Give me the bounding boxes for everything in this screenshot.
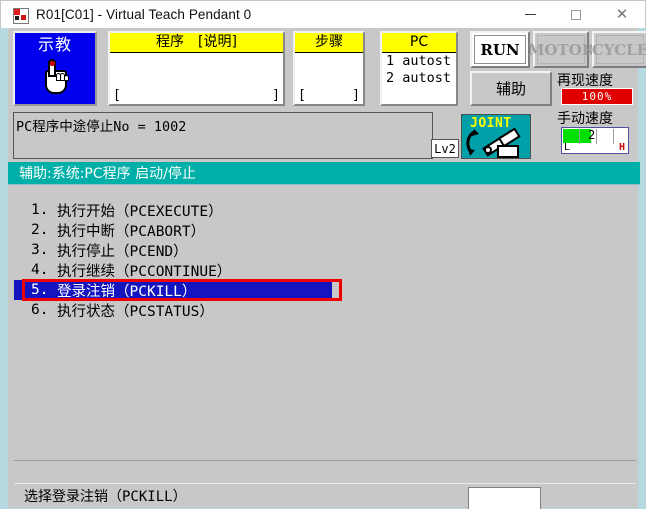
- program-field-header: 程序 [说明]: [110, 33, 283, 53]
- teach-mode-button[interactable]: 示教: [13, 31, 97, 106]
- manual-speed-fill: [563, 129, 591, 143]
- step-field-panel[interactable]: 步骤 [ ]: [293, 31, 365, 106]
- robot-app-icon: [12, 7, 29, 24]
- menu-item-number: 3.: [31, 242, 49, 258]
- pointing-hand-icon: [38, 56, 72, 96]
- breadcrumb-text: 辅助:系统:PC程序 启动/停止: [19, 166, 196, 182]
- menu-item-number: 1.: [31, 202, 49, 218]
- prompt-bar: 选择登录注销（PCKILL）: [14, 484, 636, 508]
- manual-speed-label: 手动速度: [557, 111, 613, 127]
- menu-item-2[interactable]: 2. 执行中断（PCABORT）: [14, 220, 636, 240]
- breadcrumb: 辅助:系统:PC程序 启动/停止: [8, 162, 640, 185]
- pc-field-value: 1 autost 2 autost: [382, 53, 456, 104]
- menu-item-number: 4.: [31, 262, 49, 278]
- maximize-icon: [571, 9, 581, 20]
- run-mode-button[interactable]: RUN: [470, 31, 530, 68]
- menu-item-number: 5.: [31, 282, 49, 298]
- menu-item-5[interactable]: 5. 登录注销（PCKILL）: [14, 280, 332, 300]
- program-field-panel[interactable]: 程序 [说明] [ ]: [108, 31, 285, 106]
- pc-field-header: PC: [382, 33, 456, 53]
- aux-button-label: 辅助: [495, 80, 526, 98]
- menu-item-label: 执行开始（PCEXECUTE）: [57, 203, 223, 220]
- manual-speed-value: 2: [588, 128, 596, 142]
- prompt-text: 选择登录注销（PCKILL）: [24, 489, 187, 505]
- menu-item-4[interactable]: 4. 执行继续（PCCONTINUE）: [14, 260, 636, 280]
- top-toolbar: 示教 程序 [说明] [ ] 步骤 [] PC 1 autost 2 auto…: [8, 28, 646, 154]
- program-field-value: [ ]: [110, 53, 283, 104]
- replay-speed-label: 再现速度: [557, 73, 613, 89]
- menu-list: 1. 执行开始（PCEXECUTE） 2. 执行中断（PCABORT） 3. 执行停止（P…: [14, 200, 636, 320]
- close-icon: ✕: [615, 6, 629, 23]
- window-controls: ✕: [507, 1, 645, 29]
- maximize-button[interactable]: [553, 1, 599, 29]
- menu-item-label: 执行继续（PCCONTINUE）: [57, 263, 232, 280]
- level-badge: Lv2: [431, 139, 459, 158]
- cycle-mode-button[interactable]: CYCLE: [592, 31, 646, 68]
- pc-field-panel[interactable]: PC 1 autost 2 autost: [380, 31, 458, 106]
- pc-line-1: 1 autost: [386, 53, 452, 69]
- menu-item-label: 登录注销（PCKILL）: [57, 283, 197, 300]
- program-bracket-left: [: [113, 88, 121, 103]
- menu-item-6[interactable]: 6. 执行状态（PCSTATUS）: [14, 300, 636, 320]
- manual-speed-high-mark: H: [618, 142, 625, 153]
- pc-line-2: 2 autost: [386, 70, 452, 86]
- cycle-mode-label: CYCLE: [591, 40, 646, 59]
- aux-button[interactable]: 辅助: [470, 71, 552, 106]
- menu-item-3[interactable]: 3. 执行停止（PCEND）: [14, 240, 636, 260]
- robot-arm-icon: [466, 128, 521, 158]
- manual-speed-low-mark: L: [564, 142, 571, 153]
- menu-item-number: 2.: [31, 222, 49, 238]
- left-edge-strip: [1, 28, 8, 509]
- status-message-text: PC程序中途停止No = 1002: [16, 119, 187, 135]
- virtual-teach-pendant-window: R01[C01] - Virtual Teach Pendant 0 ✕ 示教: [0, 0, 646, 509]
- program-bracket-right: ]: [272, 88, 280, 103]
- pendant-body: 示教 程序 [说明] [ ] 步骤 [] PC 1 autost 2 auto…: [0, 28, 646, 509]
- minimize-icon: [524, 14, 536, 15]
- content-area: 1. 执行开始（PCEXECUTE） 2. 执行中断（PCABORT） 3. 执行停止（P…: [14, 188, 636, 460]
- minimize-button[interactable]: [507, 1, 553, 29]
- step-field-value: [ ]: [295, 53, 363, 104]
- menu-item-label: 执行状态（PCSTATUS）: [57, 303, 214, 320]
- run-mode-label: RUN: [480, 40, 520, 59]
- menu-item-label: 执行停止（PCEND）: [57, 243, 188, 260]
- window-title: R01[C01] - Virtual Teach Pendant 0: [36, 7, 252, 22]
- menu-item-label: 执行中断（PCABORT）: [57, 223, 206, 240]
- replay-speed-value: 100%: [561, 88, 633, 105]
- menu-item-number: 6.: [31, 302, 49, 318]
- step-field-header: 步骤: [295, 33, 363, 53]
- window-titlebar: R01[C01] - Virtual Teach Pendant 0 ✕: [0, 0, 646, 28]
- step-bracket-left: [: [298, 88, 306, 103]
- close-button[interactable]: ✕: [599, 1, 645, 29]
- motor-mode-label: MOTOR: [527, 40, 595, 59]
- status-message-box: PC程序中途停止No = 1002: [13, 112, 433, 159]
- motor-mode-button[interactable]: MOTOR: [528, 31, 594, 68]
- teach-mode-label: 示教: [37, 35, 72, 54]
- joint-mode-button[interactable]: JOINT: [461, 114, 531, 159]
- entry-input-box[interactable]: [468, 487, 541, 509]
- step-bracket-right: ]: [352, 88, 360, 103]
- menu-item-1[interactable]: 1. 执行开始（PCEXECUTE）: [14, 200, 636, 220]
- manual-speed-gauge[interactable]: 2 L H: [561, 127, 629, 154]
- footer-divider-top: [14, 460, 636, 461]
